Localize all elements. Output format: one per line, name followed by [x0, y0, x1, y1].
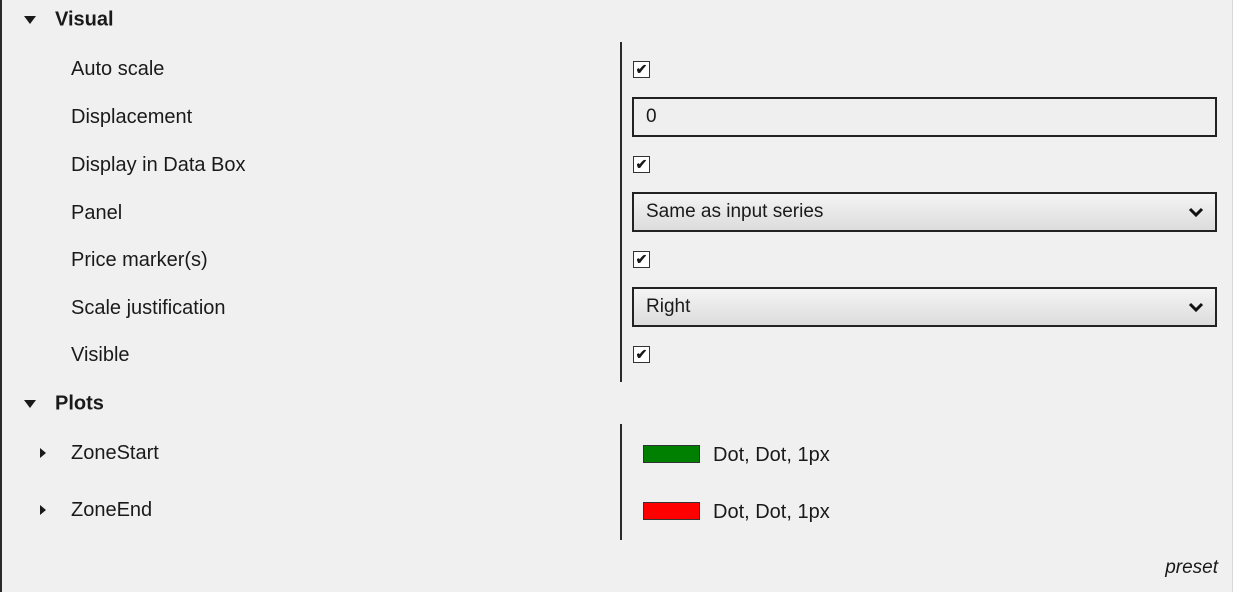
column-divider — [620, 42, 622, 382]
plot-color-swatch-zoneend[interactable] — [643, 502, 700, 520]
price-markers-checkbox[interactable]: ✔ — [633, 251, 650, 268]
expand-triangle-down-icon[interactable] — [24, 16, 36, 24]
expand-triangle-right-icon[interactable] — [40, 505, 46, 515]
display-in-data-box-checkbox[interactable]: ✔ — [633, 156, 650, 173]
plot-style-zoneend[interactable]: Dot, Dot, 1px — [713, 500, 830, 524]
property-label-price-markers: Price marker(s) — [71, 249, 208, 271]
preset-link[interactable]: preset — [1165, 557, 1218, 579]
property-label-displacement: Displacement — [71, 106, 193, 128]
visible-checkbox[interactable]: ✔ — [633, 346, 650, 363]
expand-triangle-down-icon[interactable] — [24, 400, 36, 408]
column-divider — [620, 424, 622, 540]
expand-triangle-right-icon[interactable] — [40, 448, 46, 458]
plot-label-zoneend: ZoneEnd — [71, 499, 153, 521]
scale-justification-value: Right — [646, 296, 691, 317]
scale-justification-select[interactable]: Right — [632, 287, 1217, 327]
property-label-scale-justification: Scale justification — [71, 297, 226, 319]
vertical-scrollbar[interactable] — [1232, 0, 1258, 592]
property-label-visible: Visible — [71, 344, 130, 366]
chevron-down-icon — [1188, 302, 1204, 313]
chevron-down-icon — [1188, 207, 1204, 218]
checkmark-icon: ✔ — [635, 346, 648, 362]
checkmark-icon: ✔ — [635, 251, 648, 267]
section-header-visual[interactable]: Visual — [2, 5, 602, 35]
property-label-display-in-data-box: Display in Data Box — [71, 154, 246, 176]
property-label-auto-scale: Auto scale — [71, 58, 165, 80]
checkmark-icon: ✔ — [635, 156, 648, 172]
auto-scale-checkbox[interactable]: ✔ — [633, 61, 650, 78]
displacement-input[interactable]: 0 — [632, 97, 1217, 137]
section-title: Plots — [55, 392, 104, 415]
section-title: Visual — [55, 8, 114, 31]
plot-style-zonestart[interactable]: Dot, Dot, 1px — [713, 443, 830, 467]
property-label-panel: Panel — [71, 202, 123, 224]
properties-panel: Visual Auto scale ✔ Displacement 0 Displ… — [0, 0, 1232, 592]
plot-label-zonestart: ZoneStart — [71, 442, 159, 464]
section-header-plots[interactable]: Plots — [2, 389, 602, 419]
checkmark-icon: ✔ — [635, 61, 648, 77]
plot-color-swatch-zonestart[interactable] — [643, 445, 700, 463]
panel-select-value: Same as input series — [646, 201, 824, 222]
panel-select[interactable]: Same as input series — [632, 192, 1217, 232]
